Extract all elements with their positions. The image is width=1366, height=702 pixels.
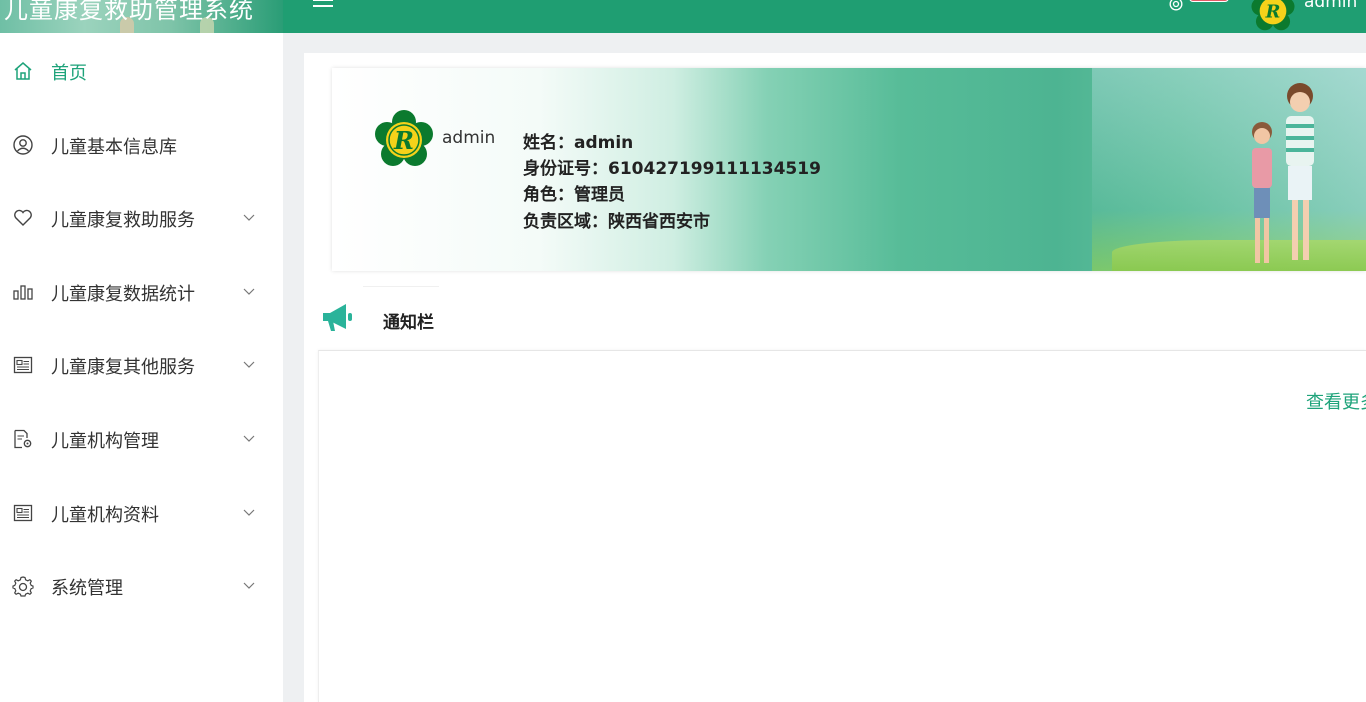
svg-text:R: R <box>1265 2 1281 23</box>
megaphone-icon <box>318 299 356 337</box>
sidebar-item-rehab-stats[interactable]: 儿童康复数据统计 <box>0 271 283 311</box>
top-bar: 儿童康复救助管理系统 R admin <box>0 0 1366 33</box>
sidebar-item-label: 儿童康复救助服务 <box>51 210 195 231</box>
sidebar-item-label: 儿童康复其他服务 <box>51 357 195 378</box>
document-icon <box>12 502 34 524</box>
svg-text:R: R <box>393 126 414 155</box>
user-avatar-icon[interactable]: R <box>1250 0 1296 34</box>
chevron-down-icon <box>241 430 257 446</box>
profile-card <box>332 68 1366 271</box>
document-icon <box>12 354 34 376</box>
app-title: 儿童康复救助管理系统 <box>4 0 254 24</box>
org-logo-icon: R <box>374 109 434 171</box>
sidebar-item-home[interactable]: 首页 <box>0 50 283 90</box>
sidebar-item-other-services[interactable]: 儿童康复其他服务 <box>0 344 283 384</box>
sidebar-item-institution-management[interactable]: 儿童机构管理 <box>0 418 283 458</box>
user-circle-icon <box>12 134 34 156</box>
sidebar-item-label: 儿童基本信息库 <box>51 137 177 158</box>
chevron-down-icon <box>241 356 257 372</box>
sidebar-item-label: 儿童机构管理 <box>51 431 159 452</box>
banner-child-figure <box>1286 83 1314 260</box>
top-username[interactable]: admin <box>1304 0 1357 12</box>
sidebar-item-child-info[interactable]: 儿童基本信息库 <box>0 124 283 164</box>
menu-toggle-icon[interactable] <box>309 0 337 16</box>
chevron-down-icon <box>241 209 257 225</box>
notice-panel <box>318 350 1366 702</box>
heart-icon <box>12 207 34 229</box>
notification-badge[interactable] <box>1189 0 1229 2</box>
view-more-link[interactable]: 查看更多 <box>1306 388 1366 414</box>
chevron-down-icon <box>241 283 257 299</box>
doc-gear-icon <box>12 428 34 450</box>
chevron-down-icon <box>241 577 257 593</box>
sidebar-item-label: 首页 <box>51 63 87 84</box>
banner-child-figure <box>1252 122 1272 263</box>
bar-chart-icon <box>12 281 34 303</box>
sidebar: 首页 儿童基本信息库 儿童康复救助服务 儿童康复数据统计 儿童康复其他服务 儿童… <box>0 33 283 702</box>
profile-id-number: 身份证号：610427199111134519 <box>523 159 821 179</box>
home-icon <box>12 60 34 82</box>
profile-name: 姓名：admin <box>523 133 634 153</box>
banner-grass <box>1112 240 1366 271</box>
tab-notice[interactable]: 通知栏 <box>363 286 439 349</box>
sidebar-item-institution-materials[interactable]: 儿童机构资料 <box>0 492 283 532</box>
sidebar-item-label: 系统管理 <box>51 578 123 599</box>
settings-gear-icon[interactable] <box>1164 0 1188 14</box>
profile-region: 负责区域：陕西省西安市 <box>523 212 710 232</box>
profile-role: 角色：管理员 <box>523 185 625 205</box>
sidebar-item-system-management[interactable]: 系统管理 <box>0 565 283 605</box>
brand-banner: 儿童康复救助管理系统 <box>0 0 283 33</box>
chevron-down-icon <box>241 504 257 520</box>
sidebar-item-label: 儿童康复数据统计 <box>51 284 195 305</box>
sidebar-item-label: 儿童机构资料 <box>51 505 159 526</box>
sidebar-item-rehab-service[interactable]: 儿童康复救助服务 <box>0 197 283 237</box>
profile-username: admin <box>442 128 496 148</box>
tab-notice-label: 通知栏 <box>383 313 434 333</box>
gear-icon <box>12 575 34 597</box>
